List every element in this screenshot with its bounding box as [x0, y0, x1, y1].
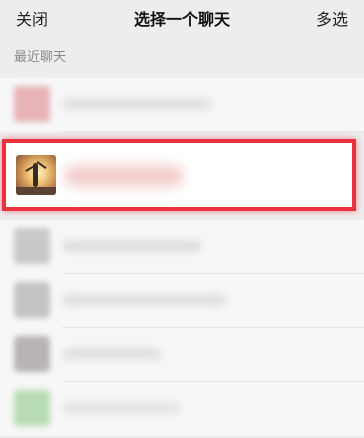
chat-name-blurred [64, 165, 184, 187]
chat-name-blurred [62, 348, 162, 360]
chat-list-item[interactable] [0, 382, 364, 436]
chat-avatar [14, 336, 50, 372]
chat-avatar [14, 86, 50, 122]
divider [62, 131, 364, 132]
chat-list-item[interactable] [0, 328, 364, 382]
chat-avatar [14, 390, 50, 426]
chat-avatar [14, 228, 50, 264]
recent-chats-list [0, 70, 364, 438]
highlighted-chat-row [0, 136, 364, 216]
chat-name-blurred [62, 402, 182, 414]
page-title: 选择一个聊天 [133, 10, 230, 29]
ballet-dancer-avatar-icon [16, 155, 56, 195]
recent-chats-label: 最近聊天 [14, 50, 67, 65]
top-bar: 关闭 选择一个聊天 多选 [0, 0, 364, 38]
chat-list-item[interactable] [0, 274, 364, 328]
selected-chat-item[interactable] [2, 139, 356, 211]
chat-name-blurred [62, 98, 212, 110]
chat-name-blurred [62, 240, 202, 252]
chat-list-item[interactable] [0, 220, 364, 274]
chat-name-blurred [62, 294, 227, 306]
chat-avatar [14, 282, 50, 318]
chat-list-item[interactable] [0, 78, 364, 132]
multi-select-button[interactable]: 多选 [316, 6, 348, 30]
